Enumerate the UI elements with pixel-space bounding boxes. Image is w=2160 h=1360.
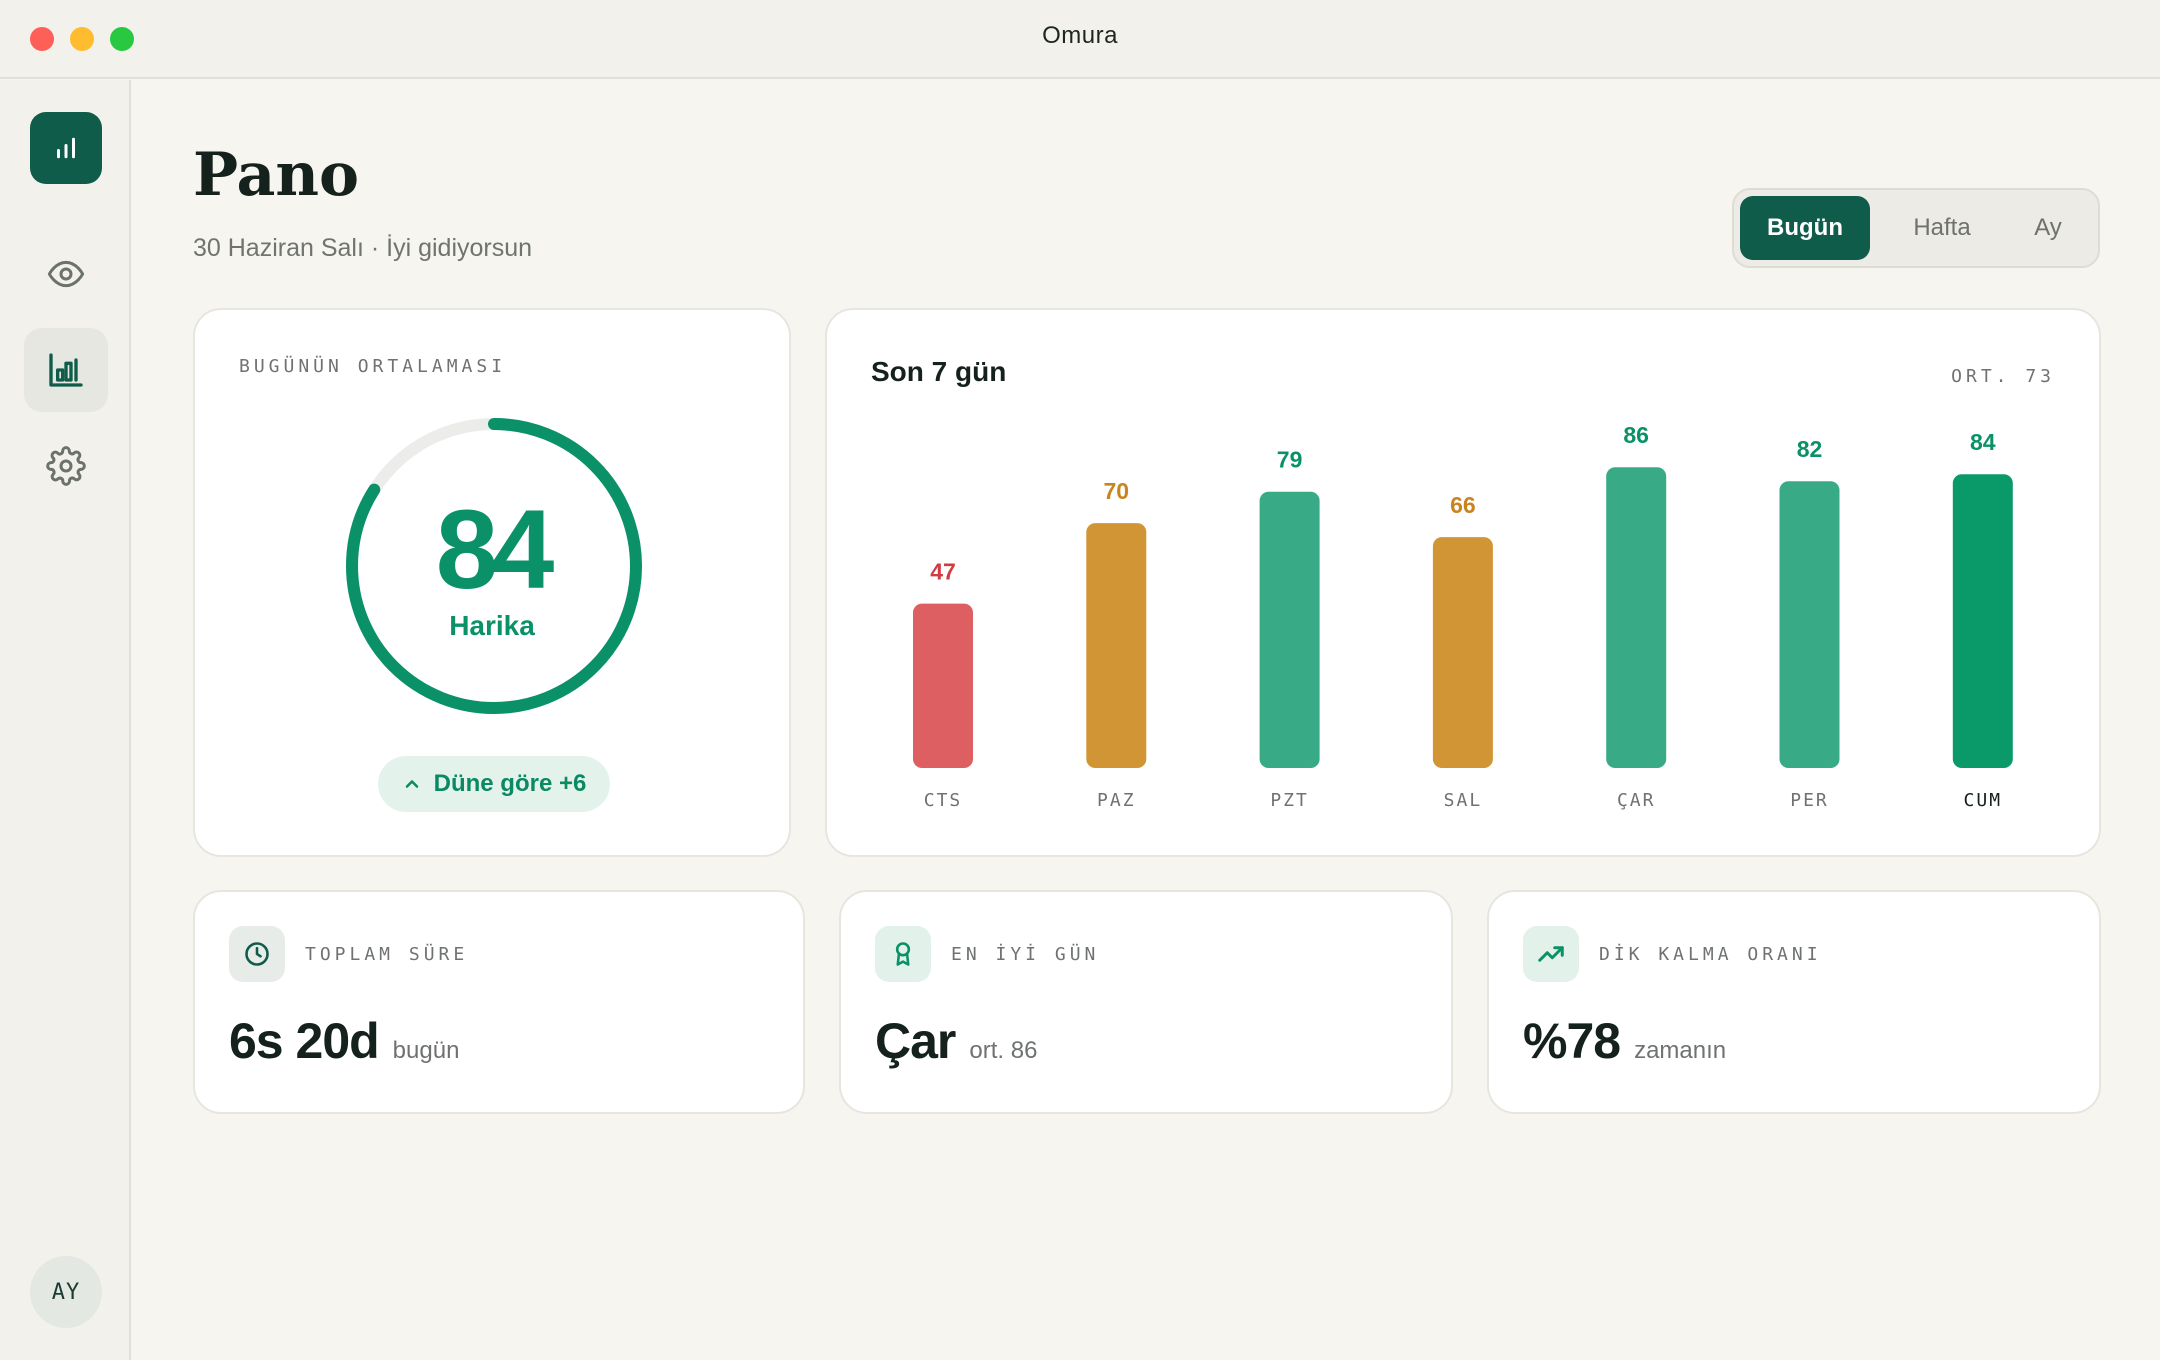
last-7-days-card: Son 7 gün ORT. 73 47 CTS 70 PAZ 79 PZT 66 SAL 86… <box>825 308 2101 857</box>
window-title: Omura <box>1042 22 1118 49</box>
stat-value: Çar <box>875 1013 956 1069</box>
sidebar-item-analytics[interactable] <box>24 328 108 412</box>
bar-chart-icon <box>57 137 75 159</box>
category-label: PZT <box>1270 790 1309 811</box>
stat-label: DİK KALMA ORANI <box>1599 944 1822 965</box>
delta-label: Düne göre +6 <box>433 770 587 797</box>
stat-value: 6s 20d <box>229 1013 380 1069</box>
total-time-card: TOPLAM SÜRE 6s 20d bugün <box>193 890 805 1114</box>
bar-cum[interactable] <box>1952 474 2013 768</box>
category-label: CUM <box>1964 790 2003 811</box>
bar-sal[interactable] <box>1432 537 1493 768</box>
bar-value-label: 84 <box>1970 429 1996 455</box>
page-title: Pano <box>193 140 360 210</box>
score-status: Harika <box>449 610 535 641</box>
chevron-up-icon <box>405 780 418 788</box>
award-icon <box>895 942 911 966</box>
bar-cts[interactable] <box>913 603 973 768</box>
tab-month[interactable]: Ay <box>2000 196 2096 260</box>
stat-suffix: zamanın <box>1634 1037 1727 1064</box>
category-label: PAZ <box>1097 790 1136 811</box>
sidebar-item-settings[interactable] <box>24 424 108 508</box>
stat-label: TOPLAM SÜRE <box>305 944 469 965</box>
stat-suffix: bugün <box>392 1037 460 1064</box>
category-label: ÇAR <box>1617 790 1656 811</box>
bar-paz[interactable] <box>1086 523 1147 768</box>
score-value: 84 <box>435 487 555 612</box>
sidebar-item-view[interactable] <box>24 232 108 316</box>
bar-value-label: 66 <box>1450 492 1476 518</box>
stat-label: EN İYİ GÜN <box>951 944 1100 965</box>
best-day-card: EN İYİ GÜN Çar ort. 86 <box>839 890 1453 1114</box>
trending-up-icon <box>1538 946 1564 962</box>
posture-rate-card: DİK KALMA ORANI %78 zamanın <box>1487 890 2101 1114</box>
gear-icon <box>46 446 86 486</box>
chart-icon <box>49 353 83 387</box>
stat-value: %78 <box>1523 1013 1621 1069</box>
bar-value-label: 79 <box>1277 447 1303 473</box>
week-bar-chart: 47 CTS 70 PAZ 79 PZT 66 SAL 86 ÇAR 82 PER 84 CUM <box>913 422 2013 811</box>
page-subtitle: 30 Haziran Salı · İyi gidiyorsun <box>193 234 533 262</box>
period-segmented-control: Bugün Hafta Ay <box>1732 188 2100 268</box>
sidebar: AY <box>0 80 131 1360</box>
sidebar-item-dashboard[interactable] <box>30 112 102 184</box>
category-label: CTS <box>924 790 963 811</box>
bar-value-label: 86 <box>1623 422 1649 448</box>
today-average-label: BUGÜNÜN ORTALAMASI <box>239 356 507 377</box>
clock-icon <box>245 942 269 966</box>
tab-week[interactable]: Hafta <box>1886 196 1998 260</box>
today-average-card: BUGÜNÜN ORTALAMASI 84 Harika Düne göre +… <box>193 308 791 857</box>
delta-badge: Düne göre +6 <box>378 756 610 812</box>
stat-suffix: ort. 86 <box>969 1037 1038 1064</box>
category-label: PER <box>1790 790 1829 811</box>
category-label: SAL <box>1444 790 1483 811</box>
bar-pzt[interactable] <box>1259 491 1320 768</box>
bar-value-label: 47 <box>930 559 956 585</box>
title-bar: Omura <box>0 0 2160 79</box>
bar-per[interactable] <box>1779 481 1840 768</box>
avatar[interactable]: AY <box>30 1256 102 1328</box>
bar-çar[interactable] <box>1606 467 1667 768</box>
bar-value-label: 82 <box>1797 436 1823 462</box>
eye-icon <box>47 260 85 288</box>
bar-value-label: 70 <box>1104 478 1130 504</box>
tab-today[interactable]: Bugün <box>1740 196 1870 260</box>
